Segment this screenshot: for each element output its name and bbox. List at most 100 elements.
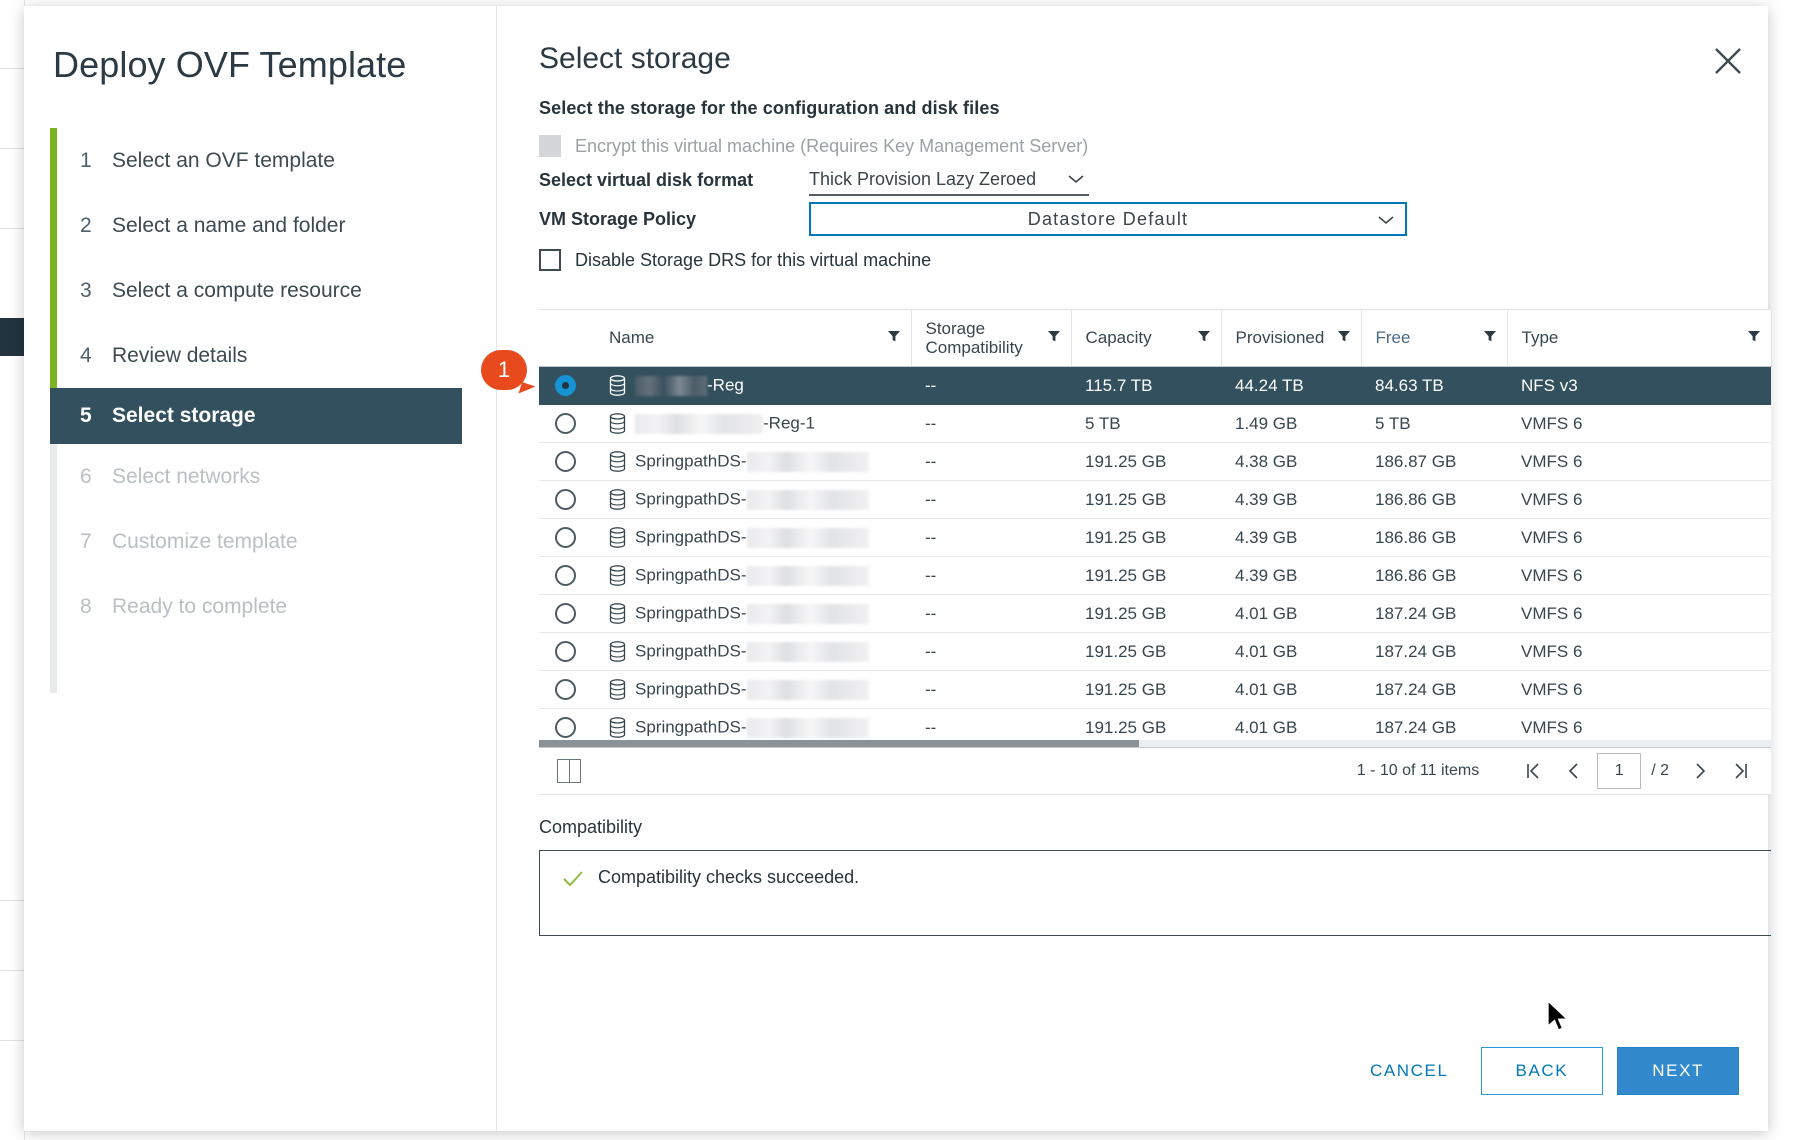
datastore-name-text: SpringpathDS-: [635, 679, 747, 699]
row-select-cell[interactable]: [539, 480, 595, 519]
step-label: Select a compute resource: [112, 278, 362, 302]
datastore-icon: [609, 679, 626, 700]
header-type[interactable]: Type: [1507, 310, 1772, 367]
row-radio-button[interactable]: [555, 603, 576, 624]
header-free[interactable]: Free: [1361, 310, 1508, 367]
last-page-icon[interactable]: [1721, 749, 1761, 793]
redacted-name-segment: [635, 375, 707, 396]
capacity-cell: 191.25 GB: [1071, 594, 1221, 633]
sidebar-step-2[interactable]: 2 Select a name and folder: [24, 193, 496, 258]
sidebar-step-1[interactable]: 1 Select an OVF template: [24, 128, 496, 193]
back-button[interactable]: BACK: [1480, 1047, 1604, 1095]
table-row[interactable]: SpringpathDS- -- 191.25 GB 4.01 GB 187.24 GB…: [539, 632, 1771, 671]
column-chooser-icon[interactable]: [557, 759, 581, 783]
disable-drs-checkbox[interactable]: [539, 249, 561, 271]
row-select-cell[interactable]: [539, 594, 595, 633]
row-select-cell[interactable]: [539, 404, 595, 443]
capacity-cell: 191.25 GB: [1071, 480, 1221, 519]
sidebar-step-4[interactable]: 4 Review details: [24, 323, 496, 388]
horizontal-scrollbar[interactable]: [539, 740, 1771, 747]
header-capacity-label: Capacity: [1085, 328, 1152, 348]
step-label: Customize template: [112, 529, 298, 553]
provisioned-cell: 4.01 GB: [1221, 670, 1361, 709]
header-name[interactable]: Name: [595, 310, 912, 367]
provisioned-cell: 4.38 GB: [1221, 442, 1361, 481]
cancel-button[interactable]: CANCEL: [1352, 1049, 1467, 1093]
storage-policy-select[interactable]: Datastore Default: [809, 202, 1407, 236]
header-capacity[interactable]: Capacity: [1071, 310, 1222, 367]
filter-icon[interactable]: [1337, 328, 1351, 348]
type-cell: VMFS 6: [1507, 518, 1771, 557]
page-number-input[interactable]: 1: [1597, 753, 1642, 789]
datastore-icon: [609, 603, 626, 624]
row-select-cell[interactable]: [539, 632, 595, 671]
datastore-icon: [609, 489, 626, 510]
next-page-icon[interactable]: [1681, 749, 1721, 793]
backdrop-divider: [0, 1040, 24, 1041]
disk-format-select[interactable]: Thick Provision Lazy Zeroed: [809, 164, 1089, 196]
filter-icon[interactable]: [887, 328, 901, 348]
wizard-content: Select storage Select the storage for th…: [497, 6, 1772, 1131]
page-title: Select storage: [539, 42, 731, 75]
row-radio-button[interactable]: [555, 641, 576, 662]
page-subtitle: Select the storage for the configuration…: [539, 98, 1000, 118]
datastore-name-text: SpringpathDS-: [635, 603, 747, 623]
next-button[interactable]: NEXT: [1617, 1047, 1739, 1095]
storage-compatibility-cell: --: [911, 404, 1071, 443]
type-cell: VMFS 6: [1507, 442, 1771, 481]
close-icon[interactable]: [1709, 42, 1747, 80]
table-row[interactable]: SpringpathDS- -- 191.25 GB 4.01 GB 187.24 GB…: [539, 670, 1771, 709]
header-type-label: Type: [1521, 328, 1559, 348]
header-storage-compatibility[interactable]: Storage Compatibility: [911, 310, 1072, 367]
table-row[interactable]: -Reg -- 115.7 TB 44.24 TB 84.63 TB NFS v3: [539, 366, 1771, 405]
datastore-name-text: SpringpathDS-: [635, 489, 747, 509]
row-radio-button[interactable]: [555, 679, 576, 700]
capacity-cell: 191.25 GB: [1071, 442, 1221, 481]
filter-icon[interactable]: [1047, 328, 1061, 348]
first-page-icon[interactable]: [1513, 749, 1553, 793]
datastore-icon: [609, 717, 626, 738]
table-row[interactable]: SpringpathDS- -- 191.25 GB 4.38 GB 186.87 GB…: [539, 442, 1771, 481]
row-select-cell[interactable]: [539, 670, 595, 709]
step-label: Select storage: [112, 404, 256, 427]
row-select-cell[interactable]: [539, 442, 595, 481]
sidebar-step-3[interactable]: 3 Select a compute resource: [24, 258, 496, 323]
type-cell: VMFS 6: [1507, 480, 1771, 519]
backdrop-divider: [0, 68, 24, 69]
header-provisioned[interactable]: Provisioned: [1221, 310, 1362, 367]
row-radio-button[interactable]: [555, 489, 576, 510]
row-radio-button[interactable]: [555, 413, 576, 434]
table-row[interactable]: SpringpathDS- -- 191.25 GB 4.39 GB 186.86 GB…: [539, 480, 1771, 519]
table-row[interactable]: SpringpathDS- -- 191.25 GB 4.39 GB 186.86 GB…: [539, 556, 1771, 595]
table-row[interactable]: SpringpathDS- -- 191.25 GB 4.39 GB 186.86 GB…: [539, 518, 1771, 557]
row-radio-button[interactable]: [555, 451, 576, 472]
storage-compatibility-cell: --: [911, 442, 1071, 481]
table-row[interactable]: SpringpathDS- -- 191.25 GB 4.01 GB 187.24 GB…: [539, 594, 1771, 633]
storage-compatibility-cell: --: [911, 632, 1071, 671]
encrypt-vm-label: Encrypt this virtual machine (Requires K…: [575, 135, 1089, 156]
sidebar-step-8: 8 Ready to complete: [24, 574, 496, 639]
scrollbar-thumb[interactable]: [539, 740, 1139, 747]
row-select-cell[interactable]: [539, 556, 595, 595]
header-name-label: Name: [609, 328, 655, 348]
sidebar-step-5-select-storage[interactable]: 5 Select storage: [50, 388, 462, 444]
row-radio-button[interactable]: [555, 565, 576, 586]
capacity-cell: 5 TB: [1071, 404, 1221, 443]
provisioned-cell: 4.01 GB: [1221, 632, 1361, 671]
datastore-name-text: SpringpathDS-: [635, 641, 747, 661]
filter-icon[interactable]: [1197, 328, 1211, 348]
header-select: [539, 310, 595, 367]
row-radio-button[interactable]: [555, 527, 576, 548]
filter-icon[interactable]: [1747, 328, 1761, 348]
row-select-cell[interactable]: [539, 518, 595, 557]
compatibility-panel: Compatibility checks succeeded.: [539, 850, 1771, 936]
row-select-cell[interactable]: [539, 366, 595, 405]
check-icon: [562, 869, 584, 894]
table-row[interactable]: -Reg-1 -- 5 TB 1.49 GB 5 TB VMFS 6: [539, 404, 1771, 443]
filter-icon[interactable]: [1483, 328, 1497, 348]
row-radio-button[interactable]: [555, 375, 576, 396]
prev-page-icon[interactable]: [1553, 749, 1593, 793]
storage-policy-label: VM Storage Policy: [539, 208, 697, 229]
datastore-icon: [609, 565, 626, 586]
row-radio-button[interactable]: [555, 717, 576, 738]
